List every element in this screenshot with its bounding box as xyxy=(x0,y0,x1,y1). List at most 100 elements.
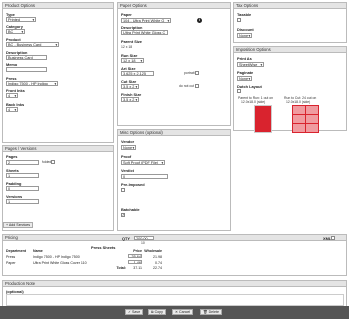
paper-label: Paper xyxy=(121,12,132,17)
batchable-checkbox[interactable]: ✓ xyxy=(121,213,125,217)
save-button[interactable]: ✓ Save xyxy=(125,309,144,315)
paginate-select[interactable]: None xyxy=(237,76,252,81)
discount-label: Discount xyxy=(237,27,254,32)
qty-label: QTY xyxy=(122,236,130,241)
cut-cell xyxy=(299,119,306,124)
product-select[interactable]: BC - Business Card xyxy=(6,42,59,47)
versions-input[interactable]: 1 xyxy=(6,199,39,204)
total-spacer xyxy=(5,266,32,271)
cut-caption-size: 12.0x18.0 (side) xyxy=(286,100,311,104)
paginate-label: Paginate xyxy=(237,70,254,75)
cut-cell xyxy=(312,110,318,115)
cut-cell xyxy=(305,119,312,124)
total-label: Total: xyxy=(116,266,126,271)
do-not-cut-checkbox[interactable] xyxy=(195,84,199,88)
cancel-button[interactable]: ✕ Cancel xyxy=(172,309,194,315)
sheets-count: 10 xyxy=(141,241,145,245)
copy-button[interactable]: ⧉ Copy xyxy=(148,309,166,315)
production-note-header: Production Note xyxy=(3,281,346,287)
cut-cell xyxy=(299,106,306,110)
category-select[interactable]: BC xyxy=(6,29,25,34)
add-services-button[interactable]: + Add Services xyxy=(3,222,34,228)
folded-label: folded xyxy=(42,160,52,164)
folded-checkbox[interactable] xyxy=(51,160,55,164)
discount-select[interactable]: None xyxy=(237,33,252,38)
pricing-panel: Pricing QTY 200.00 XML 10 Press Sheets D… xyxy=(2,234,347,276)
cut-cell xyxy=(293,110,299,115)
type-select[interactable]: Printed xyxy=(6,17,36,22)
cut-cell xyxy=(305,114,312,119)
production-note-panel: Production Note (optional) xyxy=(2,280,347,307)
product-options-panel: Product Options Type Printed Category BC… xyxy=(2,2,114,143)
cut-size-select[interactable]: 3.5 x 2 xyxy=(121,84,139,89)
finish-size-select[interactable]: 3.5 x 2 xyxy=(121,97,139,102)
action-bar: ✓ Save ⧉ Copy ✕ Cancel 🗑 Delete xyxy=(0,306,349,319)
dutch-layout-checkbox[interactable] xyxy=(237,89,241,93)
pre-imposed-checkbox[interactable] xyxy=(121,188,125,192)
art-size-input[interactable]: 3.625 x 2.125 xyxy=(121,71,154,76)
info-icon[interactable]: i xyxy=(197,18,202,23)
delete-button[interactable]: 🗑 Delete xyxy=(200,309,222,315)
row-price-cell: 35.64 xyxy=(127,253,143,260)
row-price-input[interactable]: 35.64 xyxy=(128,253,142,259)
total-price: 37.11 xyxy=(133,266,142,271)
paper-description-input[interactable]: Ultra Print White Gloss C xyxy=(121,30,168,35)
proof-select[interactable]: Soft Proof (PDF File) xyxy=(121,160,165,165)
cut-cell xyxy=(299,114,306,119)
cut-cell xyxy=(312,123,318,128)
pricing-table: Department Name Price Wholesale Press In… xyxy=(5,249,163,270)
verdict-input[interactable]: 0 xyxy=(121,174,168,179)
pages-versions-header: Pages / Versions xyxy=(3,146,113,152)
taxable-checkbox[interactable] xyxy=(237,18,241,22)
press-select[interactable]: Indigo 7500 - HP Indigo xyxy=(6,81,58,86)
proof-label: Proof xyxy=(121,154,132,159)
run-size-select[interactable]: 12 x 18 xyxy=(121,58,144,63)
cut-sheet-preview xyxy=(292,105,319,133)
paper-options-header: Paper Options xyxy=(118,3,230,9)
back-inks-select[interactable]: 4 xyxy=(6,107,18,112)
product-options-header: Product Options xyxy=(3,3,113,9)
pricing-header: Pricing xyxy=(3,235,346,241)
row-price-cell: 1.46 xyxy=(127,259,143,266)
pages-input[interactable]: 2 xyxy=(6,160,39,165)
cut-cell xyxy=(293,123,299,128)
paper-options-panel: Paper Options Paper 104 - Ultra Print Wh… xyxy=(117,2,231,126)
copy-label: Copy xyxy=(154,310,163,314)
portrait-checkbox[interactable] xyxy=(195,71,199,75)
delete-label: Delete xyxy=(208,310,219,314)
misc-options-panel: Misc Options (optional) Vendor None Proo… xyxy=(117,129,231,231)
cut-cell xyxy=(293,119,299,124)
vendor-select[interactable]: None xyxy=(121,145,136,150)
sheets-input[interactable]: 1 xyxy=(6,173,39,178)
paper-select[interactable]: 104 - Ultra Print White G xyxy=(121,18,171,23)
batchable-label: Batchable xyxy=(121,207,140,212)
pre-imposed-label: Pre-Imposed xyxy=(121,182,145,187)
print-as-select[interactable]: SheetWise xyxy=(237,62,264,67)
cut-cell xyxy=(305,110,312,115)
cut-cell xyxy=(293,114,299,119)
front-inks-select[interactable]: 4 xyxy=(6,93,18,98)
run-caption-size: 12.0x18.0 (side) xyxy=(241,100,266,104)
parent-size-value: 12 x 18 xyxy=(121,45,133,49)
description-input[interactable]: Business Card xyxy=(6,55,47,60)
vendor-label: Vendor xyxy=(121,139,135,144)
cut-cell xyxy=(293,106,299,110)
row-price-input[interactable]: 1.46 xyxy=(128,259,142,265)
pages-label: Pages xyxy=(6,154,18,159)
print-as-label: Print As xyxy=(237,56,252,61)
cut-cell xyxy=(299,110,306,115)
imposition-options-panel: Imposition Options Print As SheetWise Pa… xyxy=(233,46,347,133)
qty-input[interactable]: 200.00 xyxy=(134,235,154,241)
memo-input[interactable] xyxy=(6,67,47,72)
cancel-label: Cancel xyxy=(179,310,191,314)
total-wholesale: 22.74 xyxy=(153,266,162,271)
cut-cell xyxy=(299,123,306,128)
col-wholesale: Wholesale xyxy=(144,249,162,254)
xml-checkbox[interactable] xyxy=(331,236,335,240)
padding-input[interactable]: 0 xyxy=(6,186,39,191)
production-note-textarea[interactable] xyxy=(6,294,344,306)
cut-cell xyxy=(312,114,318,119)
cut-cell xyxy=(305,128,312,132)
cut-cell xyxy=(293,128,299,132)
cut-cell xyxy=(305,106,312,110)
